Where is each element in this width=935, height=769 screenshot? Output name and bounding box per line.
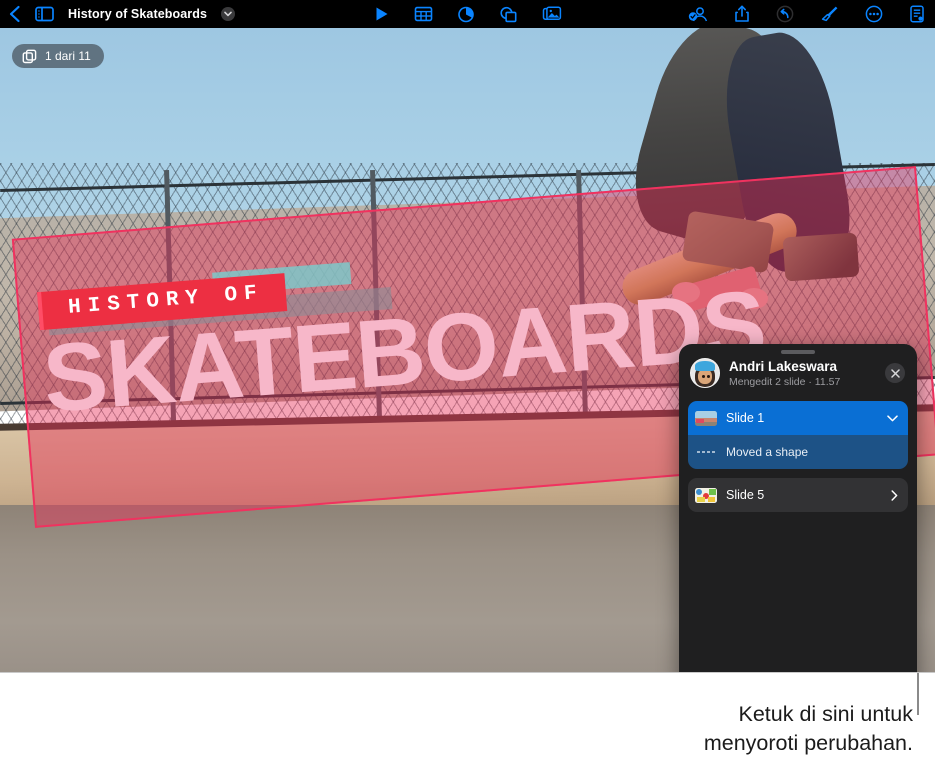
caption-line-2: menyoroti perubahan.: [483, 729, 913, 757]
keynote-app-window: History of Skateboards: [0, 0, 935, 769]
slide-row-label: Slide 1: [726, 411, 887, 425]
document-options-icon[interactable]: [909, 5, 925, 23]
popover-grabber[interactable]: [781, 350, 815, 354]
undo-icon[interactable]: [776, 5, 794, 23]
person-name: Andri Lakeswara: [729, 359, 885, 374]
share-icon[interactable]: [734, 5, 750, 23]
change-group-slide-5: Slide 5: [688, 478, 908, 512]
toolbar-left-group: History of Skateboards: [0, 5, 235, 23]
chevron-left-icon[interactable]: [8, 5, 21, 23]
dashed-shape-icon: [695, 448, 717, 456]
caption-line-1: Ketuk di sini untuk: [483, 700, 913, 728]
avatar-eye-left: [702, 375, 705, 378]
slide-row-label: Slide 5: [726, 488, 891, 502]
slide-canvas[interactable]: HISTORY OF SKATEBOARDS 1 dari 11: [0, 28, 935, 673]
slide-5-thumbnail: [695, 488, 717, 503]
document-title[interactable]: History of Skateboards: [68, 7, 207, 21]
format-icon[interactable]: [820, 5, 839, 23]
table-icon[interactable]: [414, 6, 432, 22]
collaborate-icon[interactable]: [688, 6, 708, 23]
chevron-down-icon[interactable]: [221, 7, 235, 21]
caption-text: Ketuk di sini untuk menyoroti perubahan.: [483, 700, 913, 757]
callout-leader-line: [917, 673, 919, 715]
chevron-right-icon[interactable]: [891, 490, 898, 501]
slide-row-slide-1[interactable]: Slide 1: [688, 401, 908, 435]
media-icon[interactable]: [542, 6, 561, 22]
change-item-moved-shape[interactable]: Moved a shape: [688, 435, 908, 469]
slides-icon: [22, 49, 37, 64]
change-item-label: Moved a shape: [726, 445, 808, 459]
slide-row-slide-5[interactable]: Slide 5: [688, 478, 908, 512]
avatar-eye-right: [707, 375, 710, 378]
collaboration-popover[interactable]: Andri Lakeswara Mengedit 2 slide · 11.57…: [679, 344, 917, 673]
popover-person-info: Andri Lakeswara Mengedit 2 slide · 11.57: [729, 359, 885, 388]
close-icon[interactable]: [885, 363, 905, 383]
avatar-beanie: [695, 361, 714, 371]
chevron-down-icon[interactable]: [887, 415, 898, 422]
avatar: [690, 358, 720, 388]
more-icon[interactable]: [865, 5, 883, 23]
change-group-slide-1: Slide 1 Moved a shape: [688, 401, 908, 469]
sidebar-toggle-icon[interactable]: [35, 6, 54, 22]
top-toolbar: History of Skateboards: [0, 0, 935, 28]
person-status: Mengedit 2 slide · 11.57: [729, 376, 885, 388]
chart-icon[interactable]: [457, 6, 474, 23]
slide-counter-badge[interactable]: 1 dari 11: [12, 44, 104, 68]
shape-icon[interactable]: [499, 6, 517, 23]
toolbar-right-group: [688, 5, 925, 23]
play-icon[interactable]: [374, 6, 389, 22]
slide-1-thumbnail: [695, 411, 717, 426]
slide-counter-label: 1 dari 11: [45, 49, 91, 63]
toolbar-center-group: [374, 6, 561, 23]
slide-title-small: HISTORY OF: [67, 282, 264, 320]
